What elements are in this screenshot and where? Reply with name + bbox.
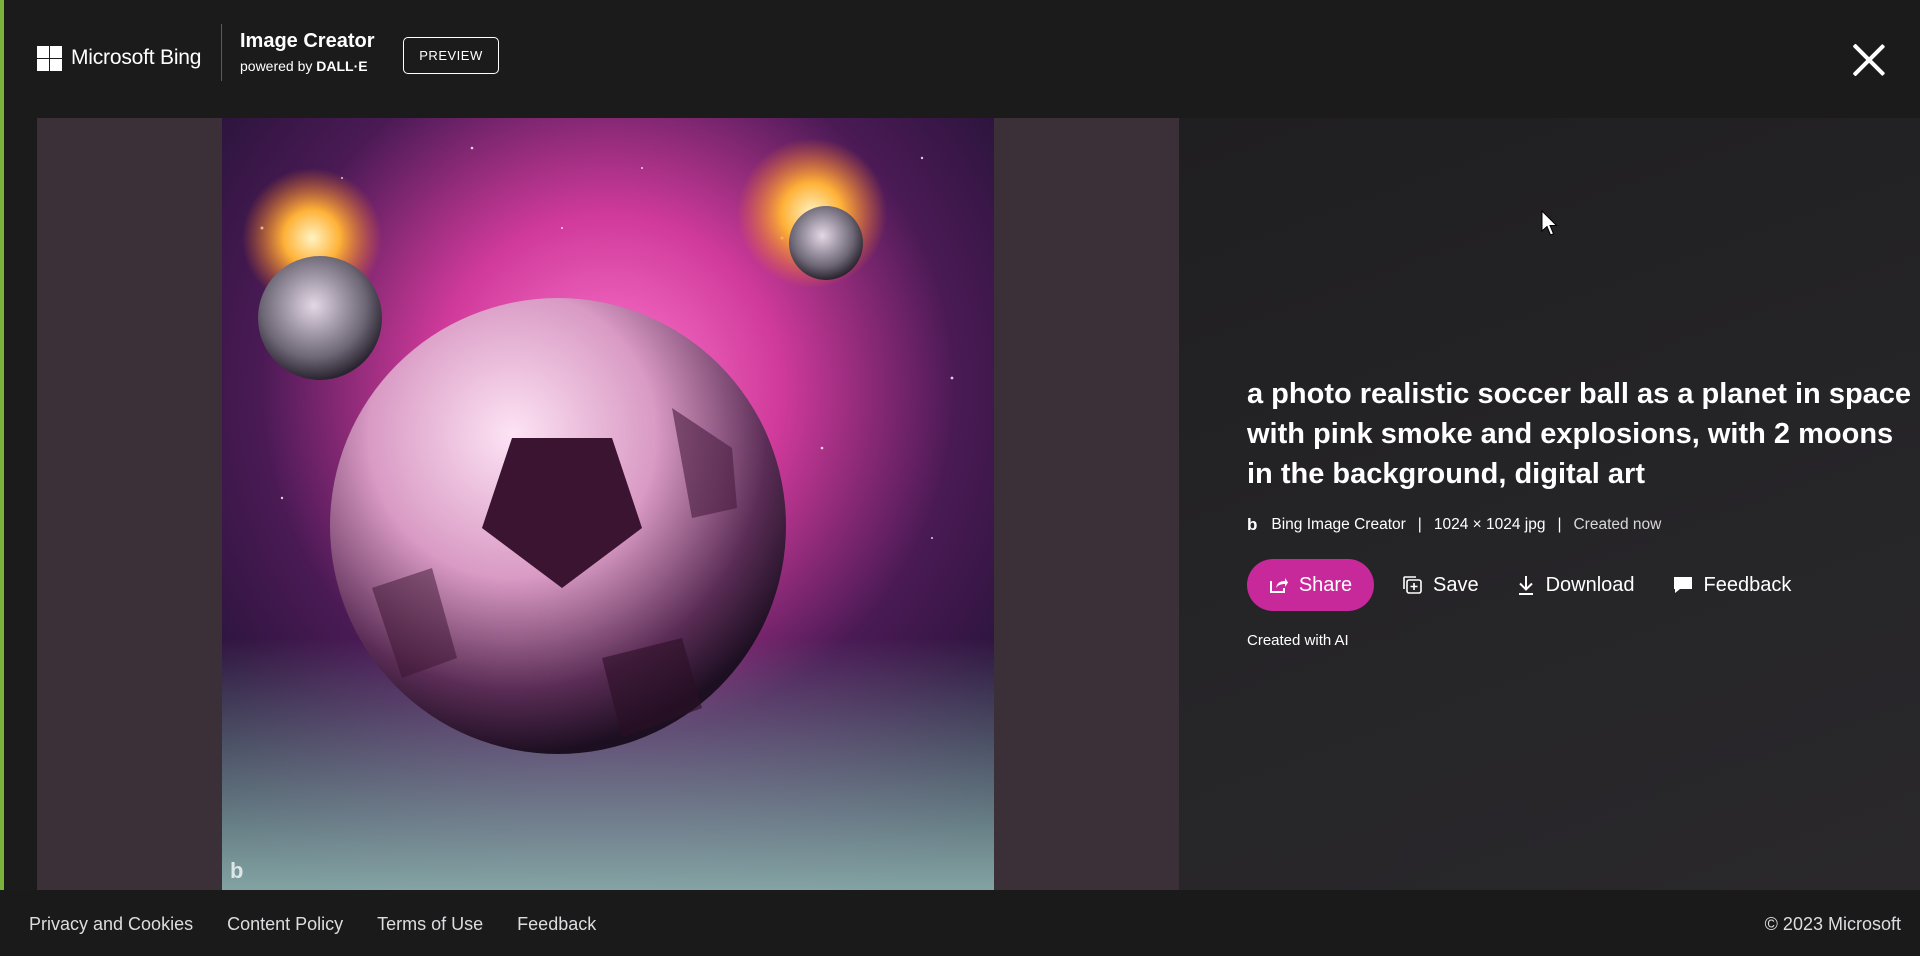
product-sub-brand: DALL·E xyxy=(316,58,368,74)
download-button[interactable]: Download xyxy=(1516,574,1635,597)
footer-links: Privacy and Cookies Content Policy Terms… xyxy=(29,914,630,935)
mouse-pointer-icon xyxy=(1541,210,1558,236)
product-subtitle: powered by DALL·E xyxy=(240,58,375,74)
header-divider xyxy=(221,24,222,81)
feedback-icon xyxy=(1673,577,1692,593)
windows-logo-icon xyxy=(37,45,62,71)
feedback-label: Feedback xyxy=(1703,573,1792,596)
download-icon xyxy=(1518,576,1533,595)
save-button[interactable]: Save xyxy=(1401,574,1479,597)
window-edge xyxy=(0,0,4,956)
soccer-ball-planet-image xyxy=(222,118,994,890)
save-label: Save xyxy=(1433,573,1479,596)
product-title-block[interactable]: Image Creator powered by DALL·E xyxy=(240,30,375,74)
image-meta: b Bing Image Creator | 1024 × 1024 jpg |… xyxy=(1247,515,1661,535)
meta-source: Bing Image Creator xyxy=(1271,516,1406,533)
brand-name: Microsoft Bing xyxy=(71,46,202,69)
bing-b-icon: b xyxy=(1247,515,1258,534)
image-detail-page: Microsoft Bing Image Creator powered by … xyxy=(0,0,1920,956)
share-label: Share xyxy=(1298,573,1353,596)
preview-badge: PREVIEW xyxy=(403,37,499,74)
share-button[interactable]: Share xyxy=(1247,559,1374,611)
footer-link-content-policy[interactable]: Content Policy xyxy=(227,914,343,935)
meta-dimensions: 1024 × 1024 jpg xyxy=(1433,516,1546,533)
meta-separator: | xyxy=(1417,516,1422,533)
feedback-button[interactable]: Feedback xyxy=(1672,573,1792,597)
created-with-ai-note: Created with AI xyxy=(1247,632,1349,649)
generated-image[interactable]: b xyxy=(222,118,994,890)
footer: Privacy and Cookies Content Policy Terms… xyxy=(0,890,1920,956)
download-label: Download xyxy=(1545,573,1635,596)
bing-watermark: b xyxy=(230,858,244,883)
header: Microsoft Bing Image Creator powered by … xyxy=(0,0,1920,118)
product-title: Image Creator xyxy=(240,30,375,52)
share-icon xyxy=(1269,578,1288,593)
meta-separator: | xyxy=(1557,516,1562,533)
footer-link-feedback[interactable]: Feedback xyxy=(517,914,596,935)
close-button[interactable] xyxy=(1851,42,1887,78)
footer-link-privacy[interactable]: Privacy and Cookies xyxy=(29,914,193,935)
microsoft-bing-logo[interactable]: Microsoft Bing xyxy=(37,45,201,71)
product-sub-prefix: powered by xyxy=(240,58,317,74)
copyright: © 2023 Microsoft xyxy=(1764,914,1901,934)
action-bar: Share Save Download Feedback xyxy=(1247,559,1828,611)
prompt-text: a photo realistic soccer ball as a plane… xyxy=(1247,378,1912,490)
meta-created: Created now xyxy=(1573,516,1662,533)
footer-link-terms[interactable]: Terms of Use xyxy=(377,914,483,935)
save-collection-icon xyxy=(1403,576,1422,594)
